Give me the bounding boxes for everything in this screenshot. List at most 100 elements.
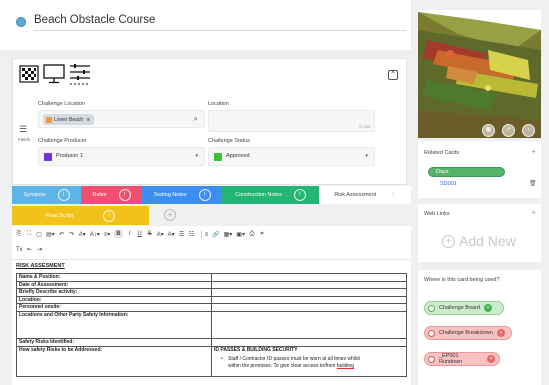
trash-icon[interactable]: 🗑 [529,180,537,187]
alert-icon: ! [118,189,131,201]
undo-icon[interactable]: ↶ [59,231,65,238]
board-icon [428,329,435,337]
card-color-dot[interactable] [16,17,26,27]
challenge-status-select[interactable]: Approved ▾ [208,147,375,166]
bullet-continuation: within the premises. To give clear acces… [214,363,404,370]
print-icon[interactable]: ⎙ [249,231,255,238]
fullscreen-icon[interactable]: ⛶ [26,231,32,238]
document-heading: RISK ASSESMENT [16,263,65,269]
font-size-icon[interactable]: A↕▾ [90,231,100,238]
challenge-location-field[interactable]: Lower Beach ⊗ ⌕ [38,110,205,128]
tab-synopsis[interactable]: Synopsis ! [12,186,81,204]
grid-view-icon[interactable] [19,65,39,85]
fields-sidebar-label: Fields [18,137,31,142]
search-icon[interactable]: ⌕ [194,114,198,124]
underline-icon[interactable]: U [137,231,143,237]
related-cards-title: Related Cards [424,150,460,156]
outdent-icon[interactable]: ⇤ [27,246,33,253]
chip-remove-icon[interactable]: ⊗ [86,117,90,123]
table-cell [211,303,407,312]
table-row: How safety Risks to be Addressed: ID PAS… [16,345,407,377]
source-code-icon[interactable]: ⌗ [259,231,265,238]
add-web-link-button[interactable]: + [531,208,536,217]
location-chip-label: Lower Beach [54,116,84,123]
background-color-icon[interactable]: A▾ [168,231,175,238]
copy-icon[interactable]: ⎘ [16,231,22,238]
usage-item-ep001-rundown[interactable]: _EP001 Rundown × [424,352,500,366]
usage-item-challenge-board[interactable]: Challenge Board × [424,301,504,315]
document-body[interactable]: RISK ASSESMENT Name & Position: Date of … [16,263,407,377]
bullet-item: Staff / Contractor ID passes must be wor… [214,356,404,363]
bullet-text-1: Staff / Contractor ID passes must be wor… [228,356,360,363]
table-cell [211,288,407,297]
table-row: Name & Position: [16,273,407,282]
tab-label: Risk Assessment [334,192,377,198]
days-group-pill[interactable]: Days [428,167,505,177]
bold-icon[interactable]: B [114,230,123,238]
add-tab-button[interactable]: + [164,209,176,221]
paragraph-format-icon[interactable]: ≡▾ [104,231,111,238]
status-color-swatch [214,153,222,161]
preview-icon[interactable]: ▢ [36,231,42,238]
tab-construction-notes[interactable]: Construction Notes ! [222,186,319,204]
related-card-link[interactable]: SD001 [440,181,457,187]
tab-rules[interactable]: Rules ! [81,186,142,204]
preview-next-icon[interactable]: › [522,124,535,137]
remove-icon[interactable]: × [483,304,492,312]
redo-icon[interactable]: ↷ [69,231,75,238]
id-passes-heading: ID PASSES & BUILDING SECURITY [214,346,298,353]
alert-icon: ! [198,189,211,201]
table-cell: Date of Assessment: [16,280,212,290]
location-chip[interactable]: Lower Beach ⊗ [43,114,95,125]
fields-sliders-icon[interactable]: ☰ [19,124,27,135]
table-icon[interactable]: ▦▾ [224,231,233,238]
rich-text-editor: ⎘ ⛶ ▢ ▤▾ ↶ ↷ A▾ A↕▾ ≡▾ B I U S A▾ A▾ ☰ ☷… [12,226,411,385]
alert-icon: ! [103,209,116,222]
font-family-icon[interactable]: A▾ [79,231,86,238]
tab-label: Rules [92,192,107,198]
indent-icon[interactable]: ⇥ [37,246,43,253]
clear-format-icon[interactable]: Tx [16,247,23,253]
link-icon[interactable]: 🔗 [212,231,219,238]
image-icon[interactable]: ▣▾ [236,231,245,238]
table-cell: Location: [16,295,212,305]
strikethrough-icon[interactable]: S [147,231,153,237]
align-icon[interactable]: ⋮≡ [199,231,209,238]
add-related-card-button[interactable]: + [531,147,536,156]
card-header: Beach Obstacle Course [0,0,411,50]
card-title[interactable]: Beach Obstacle Course [34,14,155,26]
collapse-button[interactable]: ^ [388,70,398,80]
bullet-text-2: within the premises. To give clear acces… [228,362,337,369]
alert-icon: ! [293,189,306,201]
usage-item-challenge-breakdown[interactable]: Challenge Breakdown × [424,326,512,340]
remove-icon[interactable]: × [496,329,505,337]
table-cell: ID PASSES & BUILDING SECURITY Staff / Co… [211,345,407,377]
sliders-icon[interactable] [69,62,91,88]
text-color-icon[interactable]: A▾ [157,231,164,238]
remove-icon[interactable]: × [487,355,495,363]
unordered-list-icon[interactable]: ☷ [189,231,195,238]
ordered-list-icon[interactable]: ☰ [179,231,185,238]
location-label: Location [208,101,229,107]
tab-menu-icon[interactable]: ⋮ [390,192,396,198]
tab-final-script[interactable]: Final Script ! [12,206,149,225]
tab-risk-assessment[interactable]: Risk Assessment ⋮ [319,186,411,204]
obstacle-course-render [418,10,541,138]
board-icon [428,304,435,312]
table-cell: Safety Risks Identified: [16,337,212,347]
table-row: Locations and Other Party Safety Informa… [16,310,407,339]
tab-testing-notes[interactable]: Testing Notes ! [142,186,222,204]
location-field[interactable]: 0 / 255 [208,110,375,132]
preview-button-2[interactable]: ↗ [502,124,515,137]
add-new-link-button[interactable]: + Add New [442,233,516,249]
tab-label: Construction Notes [235,192,282,198]
preview-image[interactable]: ▦ ↗ › [418,10,541,138]
italic-icon[interactable]: I [127,231,133,237]
monitor-icon[interactable] [43,64,65,86]
templates-icon[interactable]: ▤▾ [46,231,55,238]
challenge-producer-select[interactable]: Producer 1 ▾ [38,147,205,166]
toolbar-row-2: Tx ⇤ ⇥ [16,246,43,254]
challenge-producer-label: Challenge Producer [38,138,87,144]
preview-button-1[interactable]: ▦ [482,124,495,137]
add-new-label: Add New [459,233,516,249]
